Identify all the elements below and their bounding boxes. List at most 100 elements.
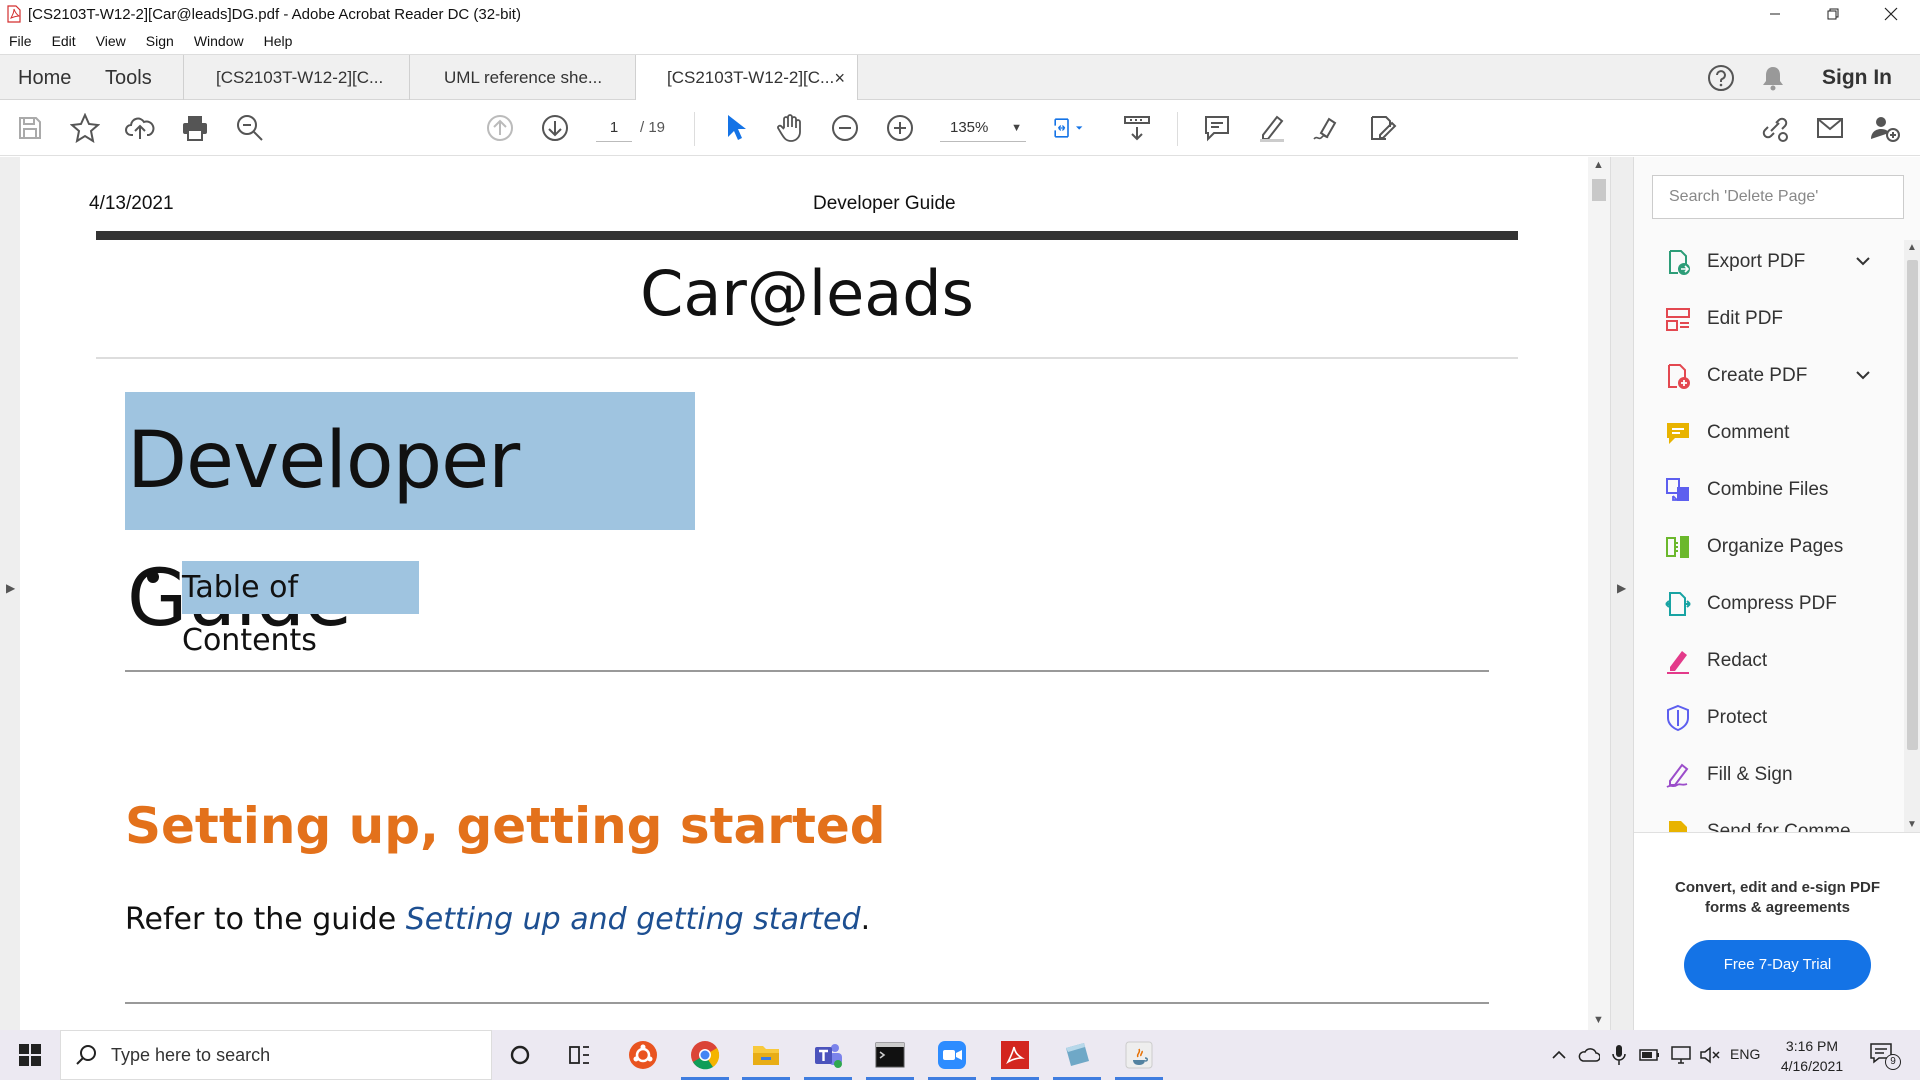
battery-icon[interactable] bbox=[1639, 1047, 1661, 1063]
edit-tool-button[interactable] bbox=[1366, 112, 1398, 144]
tool-item-combine-files[interactable]: Combine Files bbox=[1634, 468, 1904, 512]
tool-label: Comment bbox=[1707, 422, 1790, 443]
scrollbar-thumb[interactable] bbox=[1907, 260, 1918, 750]
compress-pdf-icon bbox=[1665, 592, 1691, 616]
print-button[interactable] bbox=[179, 112, 211, 144]
taskbar-chrome[interactable] bbox=[688, 1038, 722, 1072]
tool-label: Organize Pages bbox=[1707, 536, 1844, 557]
tool-label: Send for Comme bbox=[1707, 821, 1851, 832]
tool-item-fill-sign[interactable]: Fill & Sign bbox=[1634, 753, 1904, 797]
find-button[interactable] bbox=[234, 112, 266, 144]
tool-item-organize-pages[interactable]: Organize Pages bbox=[1634, 525, 1904, 569]
tool-item-create-pdf[interactable]: Create PDF bbox=[1634, 354, 1904, 398]
bullet-point bbox=[147, 571, 159, 583]
cortana-button[interactable] bbox=[503, 1038, 537, 1072]
system-clock[interactable]: 3:16 PM 4/16/2021 bbox=[1767, 1036, 1857, 1076]
tab-close-icon[interactable]: × bbox=[834, 55, 845, 101]
chevron-down-icon[interactable] bbox=[1854, 366, 1872, 389]
setup-guide-link[interactable]: Setting up and getting started bbox=[406, 902, 861, 937]
menu-sign[interactable]: Sign bbox=[146, 33, 174, 49]
pdf-page[interactable]: 4/13/2021 Developer Guide Car@leads Deve… bbox=[20, 157, 1588, 1030]
highlight-tool-button[interactable] bbox=[1256, 112, 1288, 144]
menu-help[interactable]: Help bbox=[264, 33, 293, 49]
doc-tab-2[interactable]: UML reference she... bbox=[409, 55, 635, 101]
doc-tab-label: [CS2103T-W12-2][C... bbox=[216, 68, 384, 87]
zoom-level-select[interactable]: 135% ▼ bbox=[940, 114, 1026, 142]
restore-button[interactable] bbox=[1804, 0, 1862, 28]
start-button[interactable] bbox=[0, 1030, 60, 1080]
tool-item-edit-pdf[interactable]: Edit PDF bbox=[1634, 297, 1904, 341]
tool-item-export-pdf[interactable]: Export PDF bbox=[1634, 240, 1904, 284]
table-of-contents-link[interactable]: Table of Contents bbox=[182, 561, 419, 658]
tool-item-comment[interactable]: Comment bbox=[1634, 411, 1904, 455]
close-window-button[interactable] bbox=[1862, 0, 1920, 28]
email-button[interactable] bbox=[1814, 112, 1846, 144]
menu-edit[interactable]: Edit bbox=[52, 33, 76, 49]
scroll-up-icon[interactable]: ▲ bbox=[1907, 242, 1917, 253]
tool-item-redact[interactable]: Redact bbox=[1634, 639, 1904, 683]
taskbar-zoom[interactable] bbox=[935, 1038, 969, 1072]
left-panel-toggle[interactable]: ▶ bbox=[0, 157, 20, 1030]
input-language[interactable]: ENG bbox=[1730, 1046, 1760, 1062]
tab-home[interactable]: Home bbox=[18, 55, 71, 101]
onedrive-cloud-icon[interactable] bbox=[1578, 1046, 1600, 1064]
action-center-button[interactable]: 9 bbox=[1869, 1041, 1903, 1071]
taskbar-acrobat[interactable] bbox=[998, 1038, 1032, 1072]
right-panel-toggle[interactable]: ▶ bbox=[1610, 157, 1633, 1030]
comment-tool-button[interactable] bbox=[1201, 112, 1233, 144]
menu-file[interactable]: File bbox=[9, 33, 32, 49]
share-link-button[interactable] bbox=[1759, 112, 1791, 144]
minimize-button[interactable] bbox=[1746, 0, 1804, 28]
page-number-input[interactable]: 1 bbox=[596, 114, 632, 142]
fit-page-button[interactable] bbox=[1052, 112, 1084, 144]
bookmark-star-button[interactable] bbox=[69, 112, 101, 144]
task-view-button[interactable] bbox=[563, 1038, 597, 1072]
taskbar-ubuntu[interactable] bbox=[626, 1038, 660, 1072]
menu-window[interactable]: Window bbox=[194, 33, 244, 49]
volume-muted-icon[interactable] bbox=[1699, 1046, 1721, 1064]
tools-search-input[interactable]: Search 'Delete Page' bbox=[1652, 175, 1904, 219]
taskbar-teams[interactable] bbox=[811, 1038, 845, 1072]
chevron-up-icon[interactable] bbox=[1551, 1047, 1567, 1063]
menu-view[interactable]: View bbox=[96, 33, 126, 49]
tool-item-protect[interactable]: Protect bbox=[1634, 696, 1904, 740]
microphone-icon[interactable] bbox=[1612, 1044, 1626, 1066]
hand-tool-button[interactable] bbox=[774, 112, 806, 144]
save-button[interactable] bbox=[14, 112, 46, 144]
previous-page-button[interactable] bbox=[484, 112, 516, 144]
doc-tab-3[interactable]: [CS2103T-W12-2][C... × bbox=[635, 55, 858, 102]
scroll-down-icon[interactable]: ▼ bbox=[1593, 1014, 1604, 1026]
doc-tab-1[interactable]: [CS2103T-W12-2][C... bbox=[183, 55, 409, 101]
upload-button[interactable] bbox=[124, 112, 156, 144]
tool-item-compress-pdf[interactable]: Compress PDF bbox=[1634, 582, 1904, 626]
bell-icon[interactable] bbox=[1760, 64, 1786, 92]
toolbar-divider bbox=[694, 112, 695, 146]
scroll-up-icon[interactable]: ▲ bbox=[1593, 159, 1604, 171]
scroll-down-icon[interactable]: ▼ bbox=[1907, 819, 1917, 830]
help-icon[interactable] bbox=[1707, 64, 1735, 92]
doc-tab-label: [CS2103T-W12-2][C... bbox=[667, 68, 835, 87]
document-viewport[interactable]: ▶ 4/13/2021 Developer Guide Car@leads De… bbox=[0, 157, 1633, 1030]
next-page-button[interactable] bbox=[539, 112, 571, 144]
sign-tool-button[interactable] bbox=[1311, 112, 1343, 144]
taskbar-file-explorer[interactable] bbox=[749, 1038, 783, 1072]
zoom-in-button[interactable] bbox=[884, 112, 916, 144]
scroll-mode-button[interactable] bbox=[1121, 112, 1153, 144]
sign-in-button[interactable]: Sign In bbox=[1822, 55, 1892, 101]
document-scrollbar[interactable]: ▲ ▼ bbox=[1588, 157, 1610, 1030]
tool-item-send-for-comme[interactable]: Send for Comme bbox=[1634, 810, 1904, 832]
taskbar-notes[interactable] bbox=[1060, 1038, 1094, 1072]
tab-tools[interactable]: Tools bbox=[105, 55, 152, 101]
select-tool-button[interactable] bbox=[719, 112, 751, 144]
taskbar-search-box[interactable]: Type here to search bbox=[60, 1030, 492, 1080]
free-trial-button[interactable]: Free 7-Day Trial bbox=[1684, 940, 1871, 990]
section-divider bbox=[125, 670, 1489, 672]
network-icon[interactable] bbox=[1670, 1045, 1692, 1065]
zoom-out-button[interactable] bbox=[829, 112, 861, 144]
taskbar-java[interactable] bbox=[1122, 1038, 1156, 1072]
add-user-button[interactable] bbox=[1869, 112, 1901, 144]
chevron-down-icon[interactable] bbox=[1854, 252, 1872, 275]
scrollbar-thumb[interactable] bbox=[1592, 179, 1606, 201]
taskbar-terminal[interactable] bbox=[873, 1038, 907, 1072]
tools-scrollbar[interactable]: ▲ ▼ bbox=[1904, 240, 1920, 832]
